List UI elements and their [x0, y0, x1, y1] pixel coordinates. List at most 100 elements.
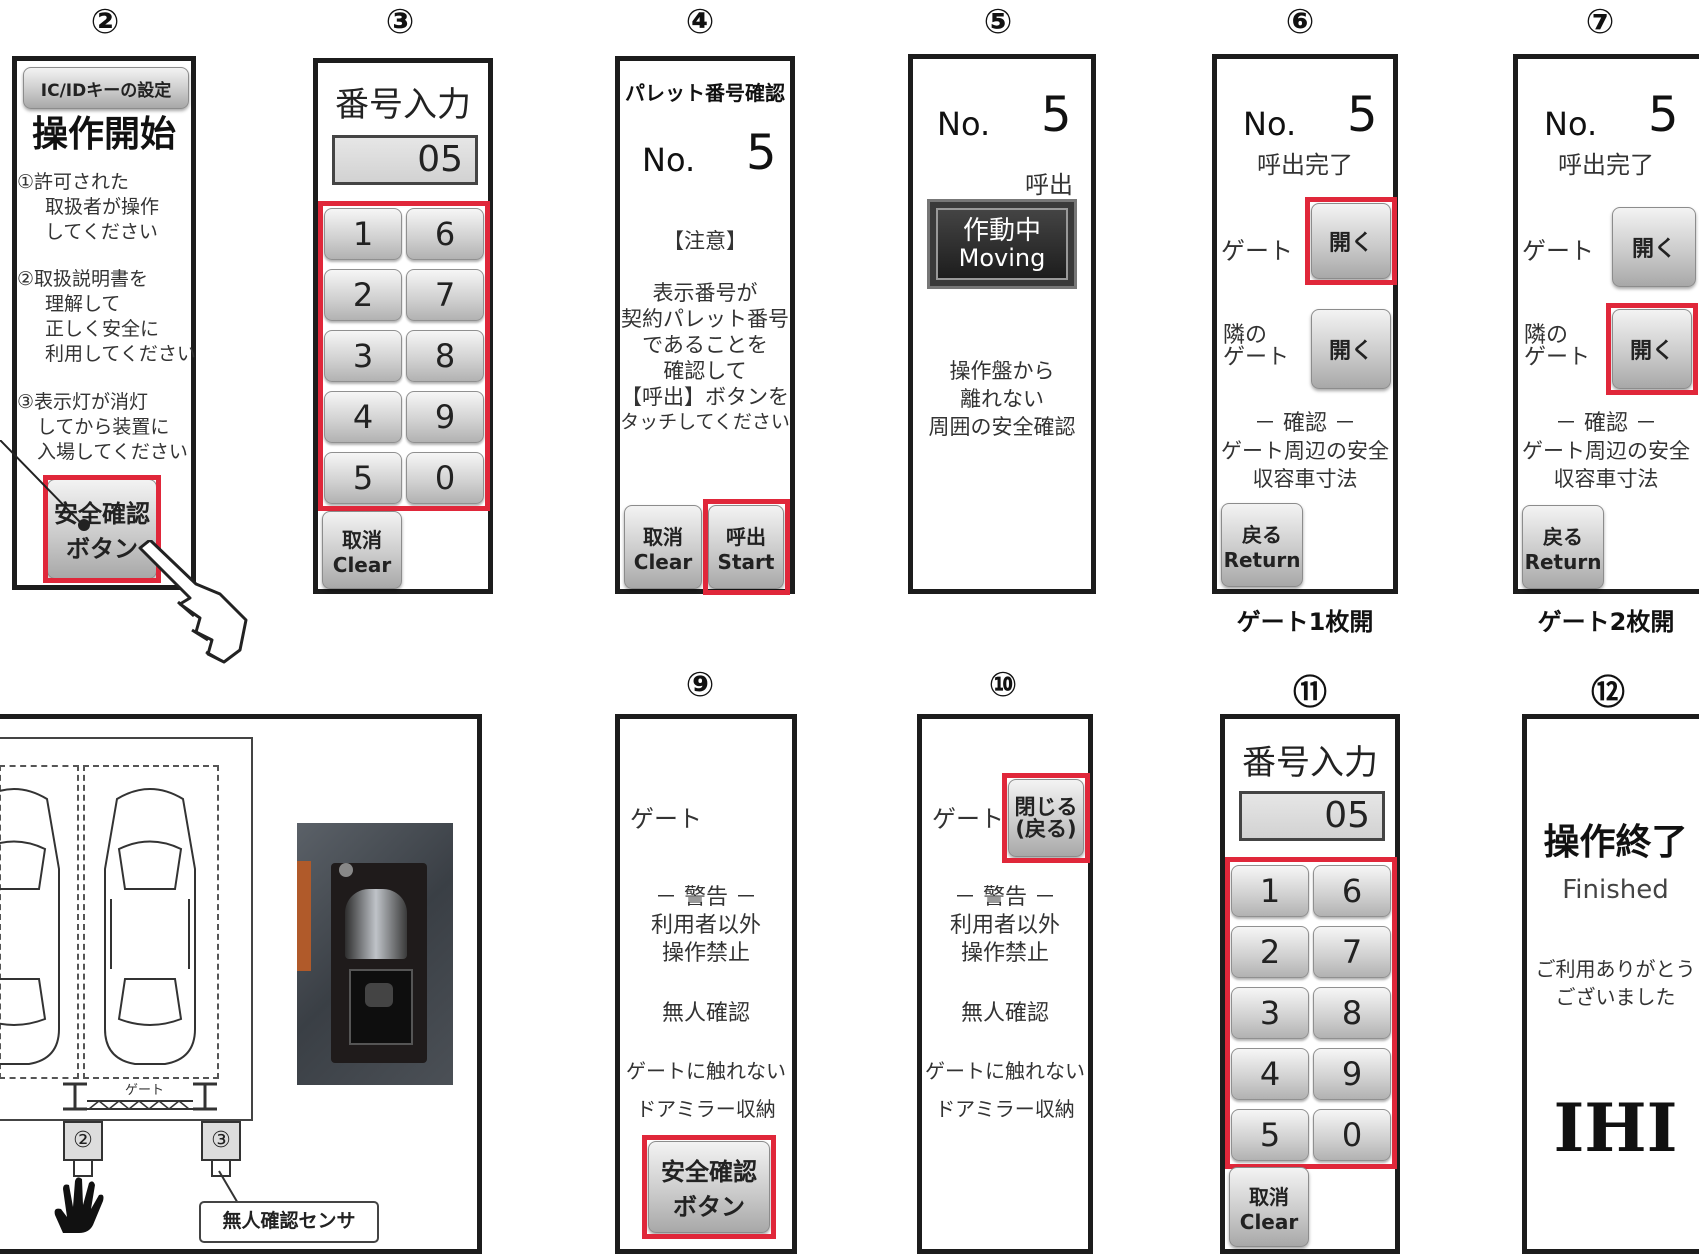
confirm-item: 収容車寸法: [1553, 467, 1659, 491]
note-line: 取扱者が操作: [45, 196, 160, 218]
car-icon: [0, 788, 60, 1065]
note-line: ②取扱説明書を: [17, 268, 149, 290]
step-11-label: ⑪: [1293, 673, 1327, 713]
ic-id-key-settings-tab[interactable]: IC/IDキーの設定: [23, 67, 189, 109]
step-2-label: ②: [90, 2, 120, 42]
clear-label-en: Clear: [633, 549, 693, 574]
step-6-label: ⑥: [1285, 2, 1315, 42]
panel-gate-close: ゲート 閉じる (戻る) － 警告 － 利用者以外 操作禁止 無人確認 ゲートに…: [917, 714, 1093, 1254]
clear-label-jp: 取消: [342, 527, 382, 552]
page-title: パレット番号確認: [625, 81, 785, 105]
operation-panel-marker-3: ③: [201, 1121, 241, 1161]
gate-open-button[interactable]: 開く: [1612, 207, 1696, 287]
next-gate-label-2: ゲート: [1223, 345, 1290, 370]
message-line: 周囲の安全確認: [928, 415, 1076, 439]
instruction-line: ゲートに触れない: [626, 1059, 786, 1083]
step-12-label: ⑫: [1591, 673, 1625, 713]
note-line: ①許可された: [17, 171, 130, 193]
finished-label: Finished: [1562, 875, 1669, 905]
no-label: No.: [642, 141, 696, 179]
instruction-line: ドアミラー収納: [935, 1097, 1075, 1121]
moving-label-jp: 作動中: [962, 215, 1041, 246]
warning-heading: － 警告 －: [954, 885, 1056, 910]
panel-pallet-confirm: パレット番号確認 No. 5 【注意】 表示番号が 契約パレット番号 であること…: [615, 56, 795, 595]
pallet-number: 5: [746, 125, 777, 181]
car-icon: [104, 788, 196, 1065]
page-title: 番号入力: [1242, 743, 1378, 783]
note-line: 理解して: [45, 293, 121, 315]
clear-button[interactable]: 取消 Clear: [1229, 1167, 1309, 1247]
message-line: 操作盤から: [949, 359, 1055, 383]
caption-gate-two-open: ゲート2枚開: [1537, 608, 1675, 636]
next-gate-label: 隣の ゲート: [1524, 325, 1590, 369]
note-line: してください: [45, 221, 158, 243]
step-3-label: ③: [385, 2, 415, 42]
no-label: No.: [1544, 105, 1598, 143]
panel-finished: 操作終了 Finished ご利用ありがとう ございました IHI: [1522, 714, 1699, 1254]
return-label-en: Return: [1223, 547, 1301, 572]
pointer-line: [0, 440, 90, 531]
call-complete: 呼出完了: [1257, 151, 1353, 179]
step-10-label: ⑩: [988, 665, 1018, 705]
note-line: ③表示灯が消灯: [17, 391, 149, 413]
pallet-number: 5: [1041, 87, 1072, 143]
confirm-item: ゲート周辺の安全: [1221, 439, 1389, 463]
note-line: してから装置に: [37, 416, 170, 438]
note-line: 利用してください: [45, 343, 196, 365]
return-label-en: Return: [1524, 549, 1602, 574]
message-line: 表示番号が: [652, 281, 758, 305]
page-title: 操作開始: [31, 114, 176, 155]
panel-number-input-return: 番号入力 05 1 6 2 7 3 8 4 9 5 0 取消 Clear: [1220, 714, 1400, 1254]
panel-number-input: 番号入力 05 1 6 2 7 3 8 4 9 5 0 取消 Clear: [313, 58, 493, 594]
thanks-line: ご利用ありがとう: [1535, 957, 1696, 981]
gate-close-highlight: [1002, 773, 1090, 863]
page-title: 番号入力: [335, 85, 471, 125]
pallet-number: 5: [1648, 87, 1679, 143]
return-label-jp: 戻る: [1242, 522, 1282, 547]
message-line: 契約パレット番号: [621, 307, 789, 331]
confirm-item: ゲート周辺の安全: [1522, 439, 1690, 463]
warning-line: 操作禁止: [661, 941, 750, 966]
page-title: 操作終了: [1543, 822, 1688, 863]
gate-label: ゲート: [932, 805, 1004, 833]
confirm-item: 収容車寸法: [1252, 467, 1358, 491]
hand-icon: [54, 1177, 104, 1233]
next-gate-label-1: 隣の: [1524, 323, 1569, 348]
clear-button[interactable]: 取消 Clear: [322, 511, 402, 589]
call-status: 呼出: [1025, 171, 1073, 199]
step-7-label: ⑦: [1585, 2, 1615, 42]
clear-button[interactable]: 取消 Clear: [624, 505, 702, 589]
ihi-logo: IHI: [1553, 1089, 1678, 1167]
return-label-jp: 戻る: [1543, 524, 1583, 549]
caption-gate-one-open: ゲート1枚開: [1236, 608, 1374, 636]
keypad-highlight: [318, 201, 490, 511]
return-button[interactable]: 戻る Return: [1522, 505, 1604, 589]
warning-line: 利用者以外: [949, 913, 1060, 938]
panel-gate-warning: ゲート － 警告 － 利用者以外 操作禁止 無人確認 ゲートに触れない ドアミラ…: [615, 714, 797, 1254]
step-9-label: ⑨: [685, 665, 715, 705]
panel-calling: No. 5 呼出 作動中 Moving 操作盤から 離れない 周囲の安全確認: [908, 54, 1096, 594]
moving-indicator: 作動中 Moving: [927, 199, 1077, 289]
instruction-line: ゲートに触れない: [925, 1059, 1085, 1083]
next-gate-open-highlight: [1606, 303, 1698, 395]
next-gate-label-2: ゲート: [1524, 345, 1591, 370]
number-display: 05: [1239, 791, 1385, 841]
unmanned-sensor-label: 無人確認センサ: [199, 1201, 379, 1243]
return-button[interactable]: 戻る Return: [1221, 503, 1303, 587]
notice-heading: 【注意】: [663, 229, 747, 253]
moving-label-en: Moving: [958, 244, 1046, 273]
panel-gate-one-open: No. 5 呼出完了 ゲート 開く 隣の ゲート 開く － 確認 － ゲート周辺…: [1212, 54, 1398, 594]
next-gate-label: 隣の ゲート: [1223, 325, 1289, 369]
message-line: であることを: [642, 333, 768, 357]
gate-open-highlight: [1305, 197, 1397, 285]
parking-diagram: ゲート ② ③ 無人確認センサ: [0, 714, 482, 1254]
message-line: 離れない: [960, 387, 1044, 411]
next-gate-open-button[interactable]: 開く: [1311, 309, 1391, 389]
message-line: 【呼出】ボタンを: [621, 385, 789, 409]
safety-confirm-highlight: [642, 1135, 776, 1239]
clear-label-en: Clear: [1239, 1209, 1299, 1234]
pallet-number: 5: [1347, 87, 1378, 143]
keypad-highlight: [1225, 857, 1397, 1169]
instruction-line: ドアミラー収納: [636, 1097, 776, 1121]
step-4-label: ④: [685, 2, 715, 42]
